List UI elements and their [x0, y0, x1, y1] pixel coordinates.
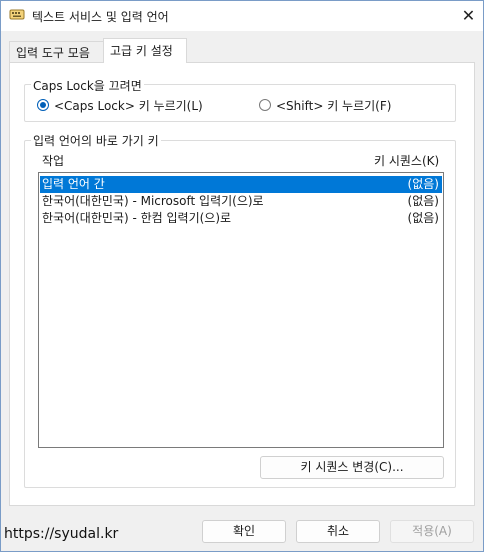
list-item-sequence: (없음) [407, 211, 439, 225]
list-item[interactable]: 한국어(대한민국) - Microsoft 입력기(으)로 (없음) [40, 193, 442, 210]
caps-lock-legend: Caps Lock을 끄려면 [31, 77, 144, 94]
list-item-action: 한국어(대한민국) - 한컴 입력기(으)로 [42, 211, 232, 225]
window-title: 텍스트 서비스 및 입력 언어 [32, 10, 169, 24]
close-icon: ✕ [461, 5, 476, 25]
watermark-text: https://syudal.kr [4, 526, 119, 542]
hotkeys-legend: 입력 언어의 바로 가기 키 [31, 132, 161, 149]
list-item[interactable]: 입력 언어 간 (없음) [40, 176, 442, 193]
list-item-action: 한국어(대한민국) - Microsoft 입력기(으)로 [42, 194, 264, 208]
list-item-sequence: (없음) [407, 194, 439, 208]
tab-input-toolbar[interactable]: 입력 도구 모음 [9, 41, 104, 63]
close-button[interactable]: ✕ [454, 1, 483, 29]
shift-key-label[interactable]: <Shift> 키 누르기(F) [276, 97, 391, 114]
cancel-button[interactable]: 취소 [296, 520, 380, 543]
column-header-action: 작업 [42, 154, 65, 168]
caps-lock-key-radio[interactable] [37, 99, 49, 111]
column-header-key-sequence: 키 시퀀스(K) [374, 154, 440, 168]
hotkey-list[interactable]: 입력 언어 간 (없음) 한국어(대한민국) - Microsoft 입력기(으… [38, 172, 444, 448]
list-item-sequence: (없음) [407, 177, 439, 191]
tab-advanced-key-settings[interactable]: 고급 키 설정 [103, 38, 187, 63]
list-item[interactable]: 한국어(대한민국) - 한컴 입력기(으)로 (없음) [40, 210, 442, 227]
change-key-sequence-button[interactable]: 키 시퀀스 변경(C)... [260, 456, 444, 479]
shift-key-radio[interactable] [259, 99, 271, 111]
apply-button[interactable]: 적용(A) [390, 520, 474, 543]
keyboard-icon [9, 6, 25, 22]
list-item-action: 입력 언어 간 [42, 177, 105, 191]
ok-button[interactable]: 확인 [202, 520, 286, 543]
caps-lock-key-label[interactable]: <Caps Lock> 키 누르기(L) [54, 97, 203, 114]
